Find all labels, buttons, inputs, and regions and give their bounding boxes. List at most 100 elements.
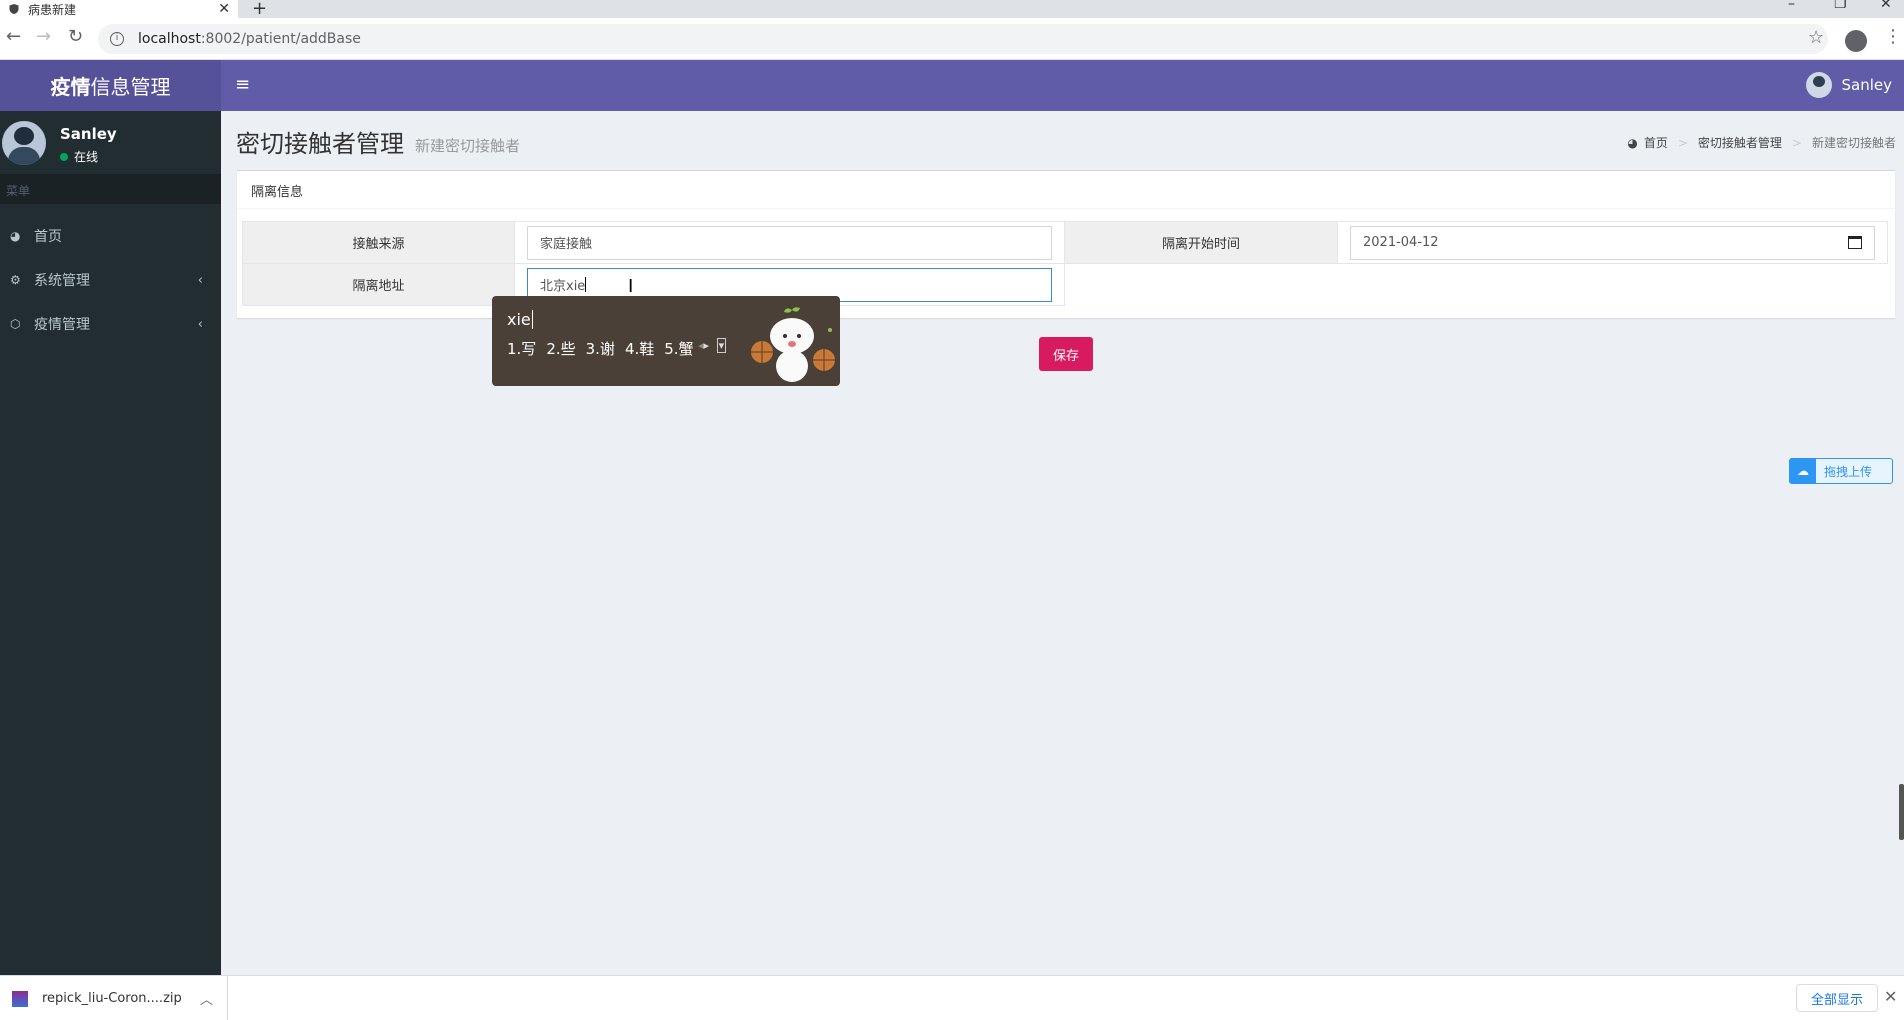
download-item[interactable]: repick_liu-Coron....zip ︿: [0, 976, 228, 1020]
window-close-icon[interactable]: ✕: [1880, 0, 1892, 12]
form-row: 隔离地址 北京xie: [242, 263, 1888, 306]
page-subtitle: 新建密切接触者: [415, 137, 521, 155]
sidebar-item-epidemic[interactable]: ⬡ 疫情管理 ‹: [0, 302, 221, 346]
url-path: :8002/patient/addBase: [200, 31, 361, 47]
url-input[interactable]: i localhost:8002/patient/addBase: [98, 24, 1828, 54]
ibeam-cursor-icon: I: [628, 276, 634, 297]
ime-popup: xie 1.写 2.些 3.谢 4.鞋 5.蟹 ◂▸ ▾: [492, 296, 840, 386]
url-host: localhost: [138, 31, 201, 47]
breadcrumb: ◕ 首页 > 密切接触者管理 > 新建密切接触者: [1627, 134, 1896, 151]
ime-composition: xie: [507, 310, 533, 329]
site-info-icon[interactable]: i: [110, 32, 124, 46]
archive-icon: [12, 990, 28, 1007]
user-status: 在线: [60, 148, 98, 165]
reload-icon[interactable]: ↻: [68, 26, 83, 47]
ime-next-icon[interactable]: ▸: [704, 339, 710, 352]
calendar-icon[interactable]: [1848, 236, 1862, 249]
breadcrumb-separator: >: [1677, 135, 1688, 150]
download-file-name: repick_liu-Coron....zip: [42, 991, 182, 1006]
app-header: 疫情 信息管理 ≡ Sanley: [0, 60, 1904, 111]
browser-tab[interactable]: 病患新建 ✕: [0, 0, 238, 18]
shield-icon: [9, 4, 19, 14]
contact-source-label: 接触来源: [242, 221, 515, 264]
sidebar: Sanley 在线 菜单 ◕ 首页 ⚙ 系统管理 ‹ ⬡ 疫情管理 ‹: [0, 111, 221, 975]
chevron-up-icon[interactable]: ︿: [200, 989, 213, 1008]
new-tab-icon[interactable]: +: [252, 0, 267, 19]
form-table: 接触来源 家庭接触 隔离开始时间 2021-04-12 隔离地址 北京xie: [242, 221, 1888, 306]
cogs-icon: ⚙: [10, 273, 21, 287]
menu-header: 菜单: [0, 174, 221, 204]
start-time-value: 2021-04-12: [1363, 235, 1439, 250]
isolation-info-box: 隔离信息 接触来源 家庭接触 隔离开始时间 2021-04-12 隔离地址 北京…: [237, 170, 1895, 318]
breadcrumb-home[interactable]: 首页: [1644, 134, 1668, 151]
start-time-input[interactable]: 2021-04-12: [1350, 225, 1875, 260]
ime-candidate[interactable]: 1.写: [507, 338, 536, 359]
tab-close-icon[interactable]: ✕: [218, 1, 230, 17]
cloud-upload-icon: ☁: [1790, 459, 1816, 483]
sidebar-item-home[interactable]: ◕ 首页: [0, 214, 221, 258]
avatar: [2, 121, 46, 165]
logo-rest: 信息管理: [90, 75, 171, 99]
ime-candidate[interactable]: 5.蟹: [664, 338, 693, 359]
start-time-cell: 2021-04-12: [1337, 221, 1888, 264]
header-user-name: Sanley: [1841, 76, 1893, 94]
ime-candidate[interactable]: 2.些: [546, 338, 575, 359]
logo-bold: 疫情: [50, 75, 91, 99]
dashboard-icon: ◕: [1627, 135, 1638, 150]
downloads-close-icon[interactable]: ✕: [1884, 987, 1897, 1006]
chevron-left-icon: ‹: [197, 272, 203, 288]
upload-label: 拖拽上传: [1824, 464, 1873, 479]
header-avatar: [1805, 72, 1832, 98]
ime-candidates: 1.写 2.些 3.谢 4.鞋 5.蟹: [507, 338, 694, 359]
empty-cell: [1065, 264, 1888, 306]
cube-icon: ⬡: [10, 317, 21, 331]
ime-candidate[interactable]: 3.谢: [586, 338, 615, 359]
browser-tabstrip: 病患新建 ✕ + – ❐ ✕: [0, 0, 1904, 19]
status-text: 在线: [74, 150, 99, 164]
profile-icon[interactable]: [1845, 30, 1867, 52]
bookmark-star-icon[interactable]: ☆: [1808, 27, 1824, 48]
restore-icon[interactable]: ❐: [1834, 0, 1847, 12]
ime-page-nav: ◂▸ ▾: [698, 338, 727, 353]
sidebar-user-name: Sanley: [60, 125, 117, 143]
ime-candidate[interactable]: 4.鞋: [625, 338, 654, 359]
app-logo[interactable]: 疫情 信息管理: [0, 60, 221, 111]
online-dot-icon: [60, 152, 68, 161]
contact-source-input[interactable]: 家庭接触: [527, 225, 1052, 260]
browser-menu-icon[interactable]: ⋮: [1884, 26, 1902, 47]
address-value: 北京xie: [540, 279, 586, 294]
ime-expand-icon[interactable]: ▾: [716, 338, 727, 353]
sidebar-item-system[interactable]: ⚙ 系统管理 ‹: [0, 258, 221, 302]
start-time-label: 隔离开始时间: [1064, 221, 1338, 264]
text-caret: [585, 277, 587, 292]
box-divider: [237, 208, 1895, 209]
drag-upload-chip[interactable]: ☁ 拖拽上传: [1789, 458, 1893, 484]
save-button[interactable]: 保存: [1039, 337, 1093, 371]
address-bar: ← → ↻ i localhost:8002/patient/addBase ☆…: [0, 18, 1904, 60]
downloads-bar: repick_liu-Coron....zip ︿ 全部显示 ✕: [0, 975, 1904, 1020]
breadcrumb-current: 新建密切接触者: [1811, 136, 1896, 150]
form-row: 接触来源 家庭接触 隔离开始时间 2021-04-12: [242, 221, 1888, 264]
tab-title: 病患新建: [28, 2, 77, 17]
back-icon[interactable]: ←: [6, 26, 21, 47]
sidebar-item-label: 疫情管理: [34, 317, 90, 333]
contact-source-value: 家庭接触: [540, 237, 593, 252]
dashboard-icon: ◕: [10, 229, 21, 243]
forward-icon[interactable]: →: [36, 26, 51, 47]
user-panel: Sanley 在线: [0, 111, 221, 174]
show-all-button[interactable]: 全部显示: [1796, 984, 1879, 1012]
sidebar-item-label: 系统管理: [34, 273, 90, 289]
breadcrumb-section[interactable]: 密切接触者管理: [1698, 134, 1782, 151]
ime-mascot-icon: [751, 307, 835, 382]
chevron-left-icon: ‹: [197, 316, 203, 332]
page-title: 密切接触者管理: [236, 130, 404, 158]
breadcrumb-separator: >: [1791, 135, 1802, 150]
address-label: 隔离地址: [242, 263, 515, 306]
sidebar-item-label: 首页: [34, 229, 62, 245]
ime-composition-text: xie: [507, 310, 531, 329]
sidebar-toggle-icon[interactable]: ≡: [235, 74, 250, 95]
minimize-icon[interactable]: –: [1788, 0, 1795, 12]
scrollbar-thumb[interactable]: [1899, 784, 1904, 840]
user-menu[interactable]: Sanley: [1805, 72, 1893, 98]
ime-caret: [531, 310, 533, 329]
